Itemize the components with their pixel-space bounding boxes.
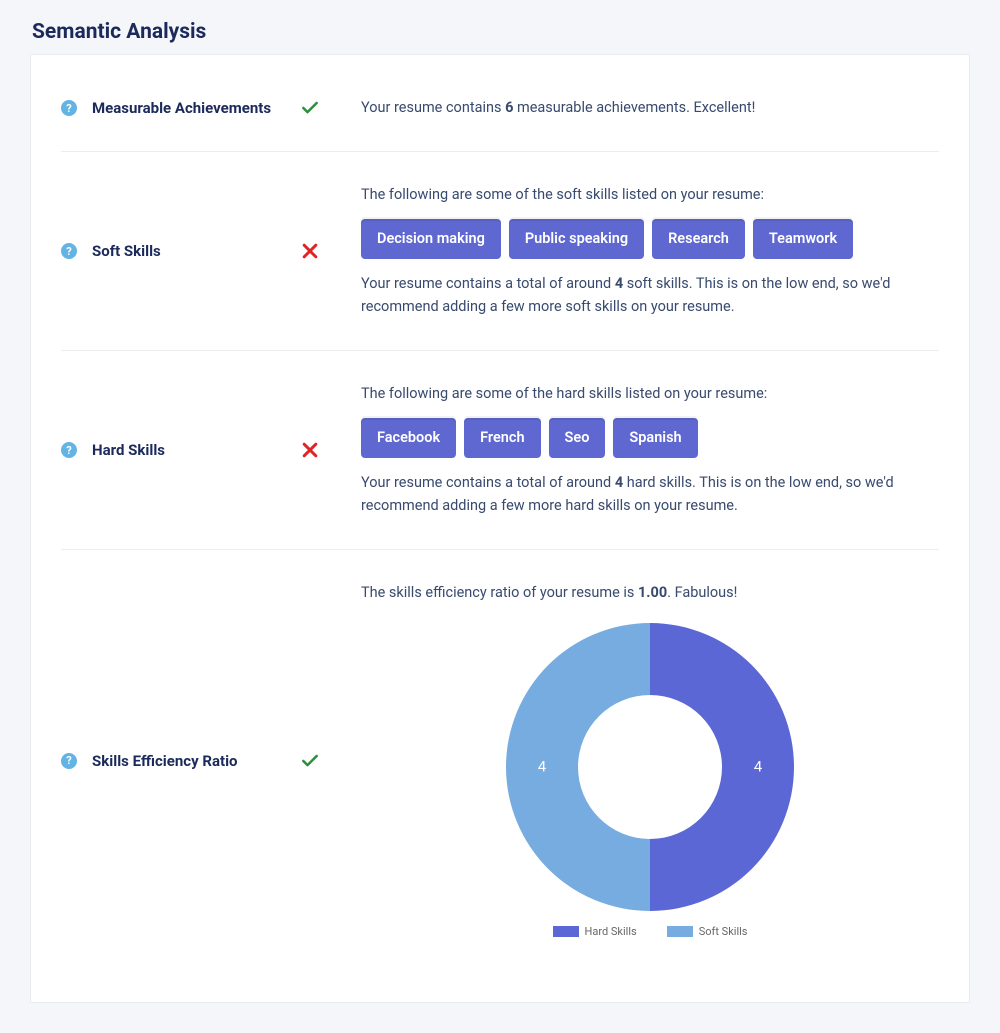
donut-slice-label: 4 bbox=[754, 755, 762, 778]
skill-chip: Teamwork bbox=[753, 219, 853, 259]
skill-chip: Seo bbox=[549, 418, 606, 458]
ratio-summary-before: The skills efficiency ratio of your resu… bbox=[361, 584, 638, 601]
row-label-hard-skills: Hard Skills bbox=[92, 441, 299, 459]
help-icon[interactable]: ? bbox=[61, 753, 77, 769]
row-ratio: ? Skills Efficiency Ratio The skills eff… bbox=[61, 550, 939, 972]
donut-slice bbox=[650, 623, 794, 911]
row-hard-skills: ? Hard Skills The following are some of … bbox=[61, 351, 939, 550]
analysis-card: ? Measurable Achievements Your resume co… bbox=[30, 54, 970, 1003]
skill-chip: French bbox=[464, 418, 540, 458]
soft-skills-intro: The following are some of the soft skill… bbox=[361, 184, 939, 206]
skill-chip: Decision making bbox=[361, 219, 501, 259]
soft-skills-body: The following are some of the soft skill… bbox=[361, 184, 939, 318]
help-icon[interactable]: ? bbox=[61, 100, 77, 116]
cross-icon bbox=[299, 241, 321, 261]
soft-skills-count: 4 bbox=[615, 275, 623, 292]
row-soft-skills: ? Soft Skills The following are some of … bbox=[61, 152, 939, 351]
legend-swatch-soft bbox=[667, 926, 693, 937]
help-icon[interactable]: ? bbox=[61, 442, 77, 458]
row-achievements: ? Measurable Achievements Your resume co… bbox=[61, 65, 939, 152]
achievements-text-after: measurable achievements. Excellent! bbox=[513, 99, 755, 116]
ratio-value: 1.00 bbox=[638, 584, 667, 601]
achievements-text-before: Your resume contains bbox=[361, 99, 505, 116]
cross-icon bbox=[299, 440, 321, 460]
hard-skills-intro: The following are some of the hard skill… bbox=[361, 383, 939, 405]
skill-chip: Research bbox=[652, 219, 745, 259]
row-label-achievements: Measurable Achievements bbox=[92, 99, 299, 117]
legend-label-hard: Hard Skills bbox=[585, 923, 637, 940]
donut-slice-label: 4 bbox=[538, 755, 546, 778]
skill-chip: Public speaking bbox=[509, 219, 644, 259]
legend-label-soft: Soft Skills bbox=[699, 923, 748, 940]
hard-skills-body: The following are some of the hard skill… bbox=[361, 383, 939, 517]
ratio-summary-after: . Fabulous! bbox=[667, 584, 737, 601]
soft-skills-chips: Decision makingPublic speakingResearchTe… bbox=[361, 219, 939, 259]
ratio-chart: 4 4 Hard Skills Soft Skills bbox=[361, 617, 939, 940]
legend-item-soft: Soft Skills bbox=[667, 923, 748, 940]
row-label-ratio: Skills Efficiency Ratio bbox=[92, 752, 299, 770]
hard-skills-chips: FacebookFrenchSeoSpanish bbox=[361, 418, 939, 458]
legend-item-hard: Hard Skills bbox=[553, 923, 637, 940]
check-icon bbox=[299, 98, 321, 118]
skill-chip: Facebook bbox=[361, 418, 456, 458]
skill-chip: Spanish bbox=[613, 418, 697, 458]
check-icon bbox=[299, 751, 321, 771]
legend-swatch-hard bbox=[553, 926, 579, 937]
help-icon[interactable]: ? bbox=[61, 243, 77, 259]
achievements-body: Your resume contains 6 measurable achiev… bbox=[361, 97, 939, 119]
hard-skills-count: 4 bbox=[615, 474, 623, 491]
chart-legend: Hard Skills Soft Skills bbox=[553, 923, 748, 940]
row-label-soft-skills: Soft Skills bbox=[92, 242, 299, 260]
donut-slice bbox=[506, 623, 650, 911]
section-title: Semantic Analysis bbox=[30, 0, 970, 54]
hard-skills-summary-before: Your resume contains a total of around bbox=[361, 474, 615, 491]
ratio-body: The skills efficiency ratio of your resu… bbox=[361, 582, 939, 940]
soft-skills-summary-before: Your resume contains a total of around bbox=[361, 275, 615, 292]
